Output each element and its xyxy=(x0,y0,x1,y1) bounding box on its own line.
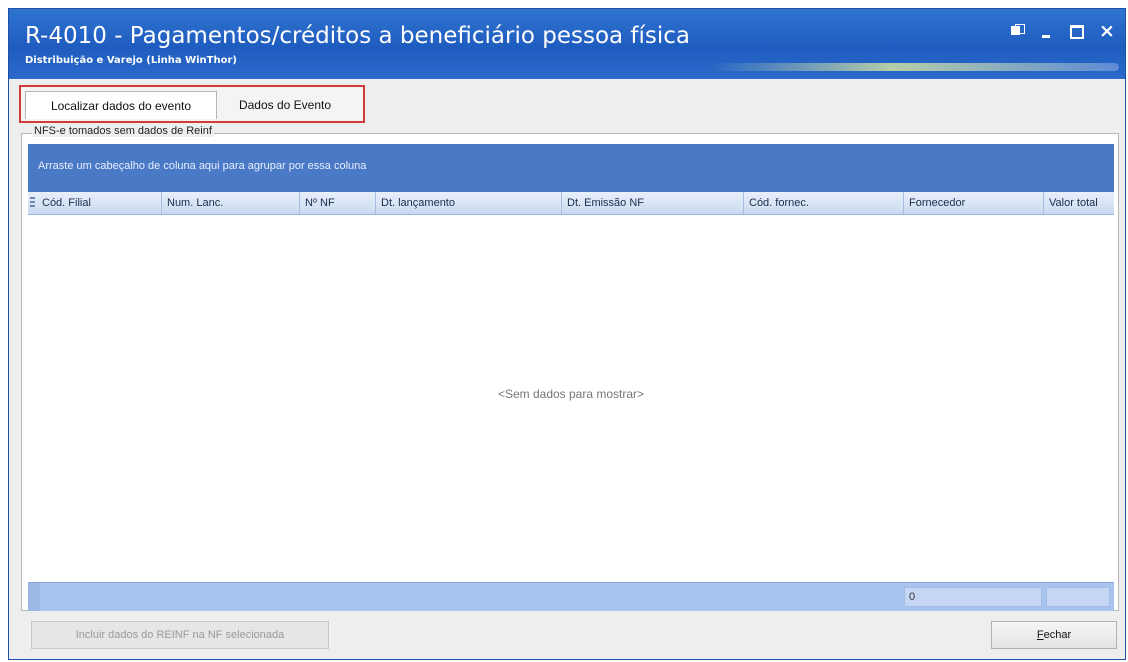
grid-footer: 0 xyxy=(28,582,1114,611)
column-header-dt-emissao[interactable]: Dt. Emissão NF xyxy=(562,192,744,214)
tab-strip: Localizar dados do evento Dados do Event… xyxy=(19,85,365,123)
tab-localizar-dados[interactable]: Localizar dados do evento xyxy=(25,91,217,119)
row-indicator-header[interactable] xyxy=(28,192,37,214)
column-chooser-icon xyxy=(30,197,35,209)
maximize-icon[interactable] xyxy=(1069,23,1085,39)
title-bar[interactable]: R-4010 - Pagamentos/créditos a beneficiá… xyxy=(9,9,1125,79)
groupbox-legend: NFS-e tomados sem dados de Reinf xyxy=(32,125,214,137)
footer-indicator xyxy=(28,583,40,611)
main-window: R-4010 - Pagamentos/créditos a beneficiá… xyxy=(8,8,1126,660)
footer-summary-fornecedor: 0 xyxy=(904,587,1042,607)
restore-icon[interactable] xyxy=(1009,23,1025,39)
close-button[interactable]: Fechar xyxy=(991,621,1117,649)
close-button-label: echar xyxy=(1043,629,1072,641)
grid-body[interactable]: <Sem dados para mostrar> xyxy=(28,215,1114,582)
minimize-icon[interactable] xyxy=(1039,23,1055,39)
column-header-num-nf[interactable]: Nº NF xyxy=(300,192,376,214)
footer-summary-valor-total xyxy=(1046,587,1110,607)
group-by-hint: Arraste um cabeçalho de coluna aqui para… xyxy=(38,160,367,172)
column-header-fornecedor[interactable]: Fornecedor xyxy=(904,192,1044,214)
tab-dados-evento[interactable]: Dados do Evento xyxy=(221,91,349,119)
column-header-cod-filial[interactable]: Cód. Filial xyxy=(37,192,162,214)
column-header-dt-lancamento[interactable]: Dt. lançamento xyxy=(376,192,562,214)
title-decoration xyxy=(709,63,1119,71)
column-header-cod-fornec[interactable]: Cód. fornec. xyxy=(744,192,904,214)
nfse-groupbox: NFS-e tomados sem dados de Reinf Arraste… xyxy=(21,125,1119,611)
close-icon[interactable]: × xyxy=(1099,22,1115,41)
window-controls: × xyxy=(1009,22,1115,41)
group-by-panel[interactable]: Arraste um cabeçalho de coluna aqui para… xyxy=(28,144,1114,192)
include-reinf-button[interactable]: Incluir dados do REINF na NF selecionada xyxy=(31,621,329,649)
grid-header: Cód. Filial Num. Lanc. Nº NF Dt. lançame… xyxy=(28,192,1114,215)
column-header-valor-total[interactable]: Valor total xyxy=(1044,192,1114,214)
close-button-mnemonic: F xyxy=(1036,629,1044,641)
column-header-num-lanc[interactable]: Num. Lanc. xyxy=(162,192,300,214)
window-subtitle: Distribuição e Varejo (Linha WinThor) xyxy=(25,55,237,66)
empty-grid-message: <Sem dados para mostrar> xyxy=(497,387,645,401)
window-title: R-4010 - Pagamentos/créditos a beneficiá… xyxy=(25,23,691,49)
